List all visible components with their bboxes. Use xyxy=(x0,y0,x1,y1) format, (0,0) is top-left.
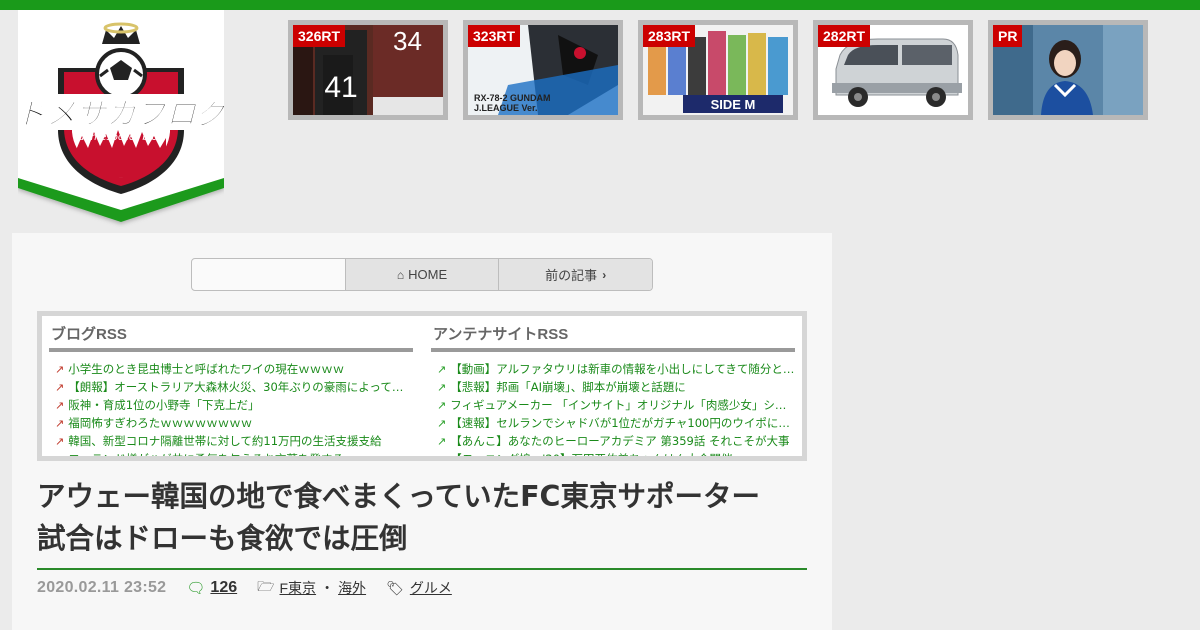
rss-item-title: 福岡怖すぎわろたｗｗｗｗｗｗｗｗ xyxy=(68,416,253,430)
comments-icon: 🗨 xyxy=(186,580,206,597)
external-link-icon: ↗ xyxy=(55,435,65,448)
external-link-icon: ↗ xyxy=(437,453,446,456)
comments-link[interactable]: 🗨 126 xyxy=(186,579,237,597)
rss-item[interactable]: ↗ 【朗報】オーストラリア大森林火災、30年ぶりの豪雨によって鎮火 xyxy=(49,378,413,396)
rss-item[interactable]: ↗ フィギュアメーカー 「インサイト」オリジナル「肉感少女」シリーズ xyxy=(431,396,795,414)
blog-rss-list: ↗ 小学生のとき昆虫博士と呼ばれたワイの現在ｗｗｗｗ ↗ 【朗報】オーストラリア大森林… xyxy=(49,360,413,456)
tag-icon: 🏷 xyxy=(386,579,404,596)
prev-article-button[interactable]: 前の記事 › xyxy=(498,259,652,290)
external-link-icon: ↗ xyxy=(437,399,447,412)
rss-item[interactable]: ↗ 【速報】セルランでシャドバが1位だがガチャ100円のウイポに負ける xyxy=(431,414,795,432)
category-link[interactable]: 海外 xyxy=(338,578,366,598)
rss-item-title: 小学生のとき昆虫博士と呼ばれたワイの現在ｗｗｗｗ xyxy=(68,362,345,376)
pr-badge: PR xyxy=(993,25,1023,47)
featured-item-2[interactable]: RX-78-2 GUNDAM J.LEAGUE Ver. 323RT xyxy=(463,20,623,120)
home-label: HOME xyxy=(408,267,448,282)
svg-text:SIDE M: SIDE M xyxy=(711,97,756,112)
retweet-count-badge: 282RT xyxy=(818,25,871,47)
home-button[interactable]: ⌂ HOME xyxy=(344,259,499,290)
rss-item[interactable]: ↗ ローランド様がハゲ共に勇気を与えるお言葉を発する xyxy=(49,450,413,456)
post-title: アウェー韓国の地で食べまくっていたFC東京サポーター 試合はドローも食欲では圧倒 xyxy=(37,476,807,570)
post-date: 2020.02.11 23:52 xyxy=(37,579,167,596)
rss-item-title: 【動画】アルファタウリは新車の情報を小出しにしてきて随分と焦らすね xyxy=(450,362,795,376)
antenna-rss-title: アンテナサイトRSS xyxy=(431,316,795,352)
rss-item[interactable]: ↗ 小学生のとき昆虫博士と呼ばれたワイの現在ｗｗｗｗ xyxy=(49,360,413,378)
external-link-icon: ↗ xyxy=(55,381,65,394)
rss-item[interactable]: ↗ 【あんこ】あなたのヒーローアカデミア 第359話 それこそが大事 xyxy=(431,432,795,450)
external-link-icon: ↗ xyxy=(437,381,447,394)
svg-text:41: 41 xyxy=(324,71,357,104)
post-tags: 🏷 グルメ xyxy=(386,578,452,598)
home-icon: ⌂ xyxy=(396,267,405,282)
rss-item[interactable]: ↗ 阪神・育成1位の小野寺「下克上だ」 xyxy=(49,396,413,414)
antenna-rss-column: アンテナサイトRSS ↗ 【動画】アルファタウリは新車の情報を小出しにしてきて随分… xyxy=(431,316,795,456)
folder-icon: 🗁 xyxy=(257,578,275,594)
external-link-icon: ↗ xyxy=(437,417,447,430)
comment-count: 126 xyxy=(210,579,238,596)
logo-subtitle: domesoccer blog xyxy=(78,132,164,143)
blog-rss-title: ブログRSS xyxy=(49,316,413,352)
rss-item-title: 阪神・育成1位の小野寺「下克上だ」 xyxy=(68,398,260,412)
post-meta: 2020.02.11 23:52 🗨 126 🗁 F東京 ・ 海外 🏷 グルメ xyxy=(37,576,452,600)
tag-link[interactable]: グルメ xyxy=(410,578,452,598)
featured-item-3[interactable]: SIDE M 283RT xyxy=(638,20,798,120)
chevron-right-icon: › xyxy=(602,267,607,282)
featured-item-1[interactable]: 41 34 326RT xyxy=(288,20,448,120)
retweet-count-badge: 283RT xyxy=(643,25,696,47)
main-content: ⌂ HOME 前の記事 › ブログRSS ↗ 小学生のとき昆虫博士と呼ばれたワイの… xyxy=(12,233,832,630)
top-accent-bar xyxy=(0,0,1200,10)
external-link-icon: ↗ xyxy=(55,399,65,412)
blog-rss-column: ブログRSS ↗ 小学生のとき昆虫博士と呼ばれたワイの現在ｗｗｗｗ ↗ 【朗報】オース… xyxy=(49,316,413,456)
featured-articles: 41 34 326RT RX-78-2 GUNDAM J.LEAGUE Ver.… xyxy=(288,20,1168,120)
category-link[interactable]: F東京 xyxy=(280,578,317,598)
rss-item[interactable]: ↗ 【モーニング娘。'20】石田亜佑美ちゃんはん大会開催 xyxy=(431,450,795,456)
external-link-icon: ↗ xyxy=(55,453,64,456)
post-categories: 🗁 F東京 ・ 海外 xyxy=(257,576,366,600)
external-link-icon: ↗ xyxy=(55,363,65,376)
rss-item-title: 【速報】セルランでシャドバが1位だがガチャ100円のウイポに負ける xyxy=(450,416,795,430)
rss-item-title: 【あんこ】あなたのヒーローアカデミア 第359話 それこそが大事 xyxy=(450,434,790,448)
rss-item[interactable]: ↗ 【悲報】邦画「AI崩壊」、脚本が崩壊と話題に xyxy=(431,378,795,396)
external-link-icon: ↗ xyxy=(437,435,447,448)
rss-item-title: 【朗報】オーストラリア大森林火災、30年ぶりの豪雨によって鎮火 xyxy=(68,380,413,394)
svg-text:34: 34 xyxy=(393,26,422,56)
retweet-count-badge: 323RT xyxy=(468,25,521,47)
retweet-count-badge: 326RT xyxy=(293,25,346,47)
nav-empty-slot xyxy=(192,259,345,290)
site-logo[interactable]: ドメサカブログ domesoccer blog xyxy=(18,10,224,232)
external-link-icon: ↗ xyxy=(437,363,447,376)
svg-text:J.LEAGUE Ver.: J.LEAGUE Ver. xyxy=(474,103,538,113)
external-link-icon: ↗ xyxy=(55,417,65,430)
rss-item[interactable]: ↗ 福岡怖すぎわろたｗｗｗｗｗｗｗｗ xyxy=(49,414,413,432)
post-navigation: ⌂ HOME 前の記事 › xyxy=(191,258,653,291)
svg-text:RX-78-2 GUNDAM: RX-78-2 GUNDAM xyxy=(474,93,551,103)
featured-item-4[interactable]: 282RT xyxy=(813,20,973,120)
antenna-rss-list: ↗ 【動画】アルファタウリは新車の情報を小出しにしてきて随分と焦らすね ↗ 【悲報】邦… xyxy=(431,360,795,456)
rss-widget: ブログRSS ↗ 小学生のとき昆虫博士と呼ばれたワイの現在ｗｗｗｗ ↗ 【朗報】オース… xyxy=(37,311,807,461)
rss-item-title: 【悲報】邦画「AI崩壊」、脚本が崩壊と話題に xyxy=(450,380,686,394)
featured-item-5[interactable]: PR xyxy=(988,20,1148,120)
rss-item[interactable]: ↗ 【動画】アルファタウリは新車の情報を小出しにしてきて随分と焦らすね xyxy=(431,360,795,378)
category-separator: ・ xyxy=(320,580,335,596)
rss-item-title: ローランド様がハゲ共に勇気を与えるお言葉を発する xyxy=(68,452,344,456)
rss-item[interactable]: ↗ 韓国、新型コロナ隔離世帯に対して約11万円の生活支援支給 xyxy=(49,432,413,450)
logo-title: ドメサカブログ xyxy=(18,97,224,132)
rss-item-title: 【モーニング娘。'20】石田亜佑美ちゃんはん大会開催 xyxy=(450,452,732,456)
rss-item-title: フィギュアメーカー 「インサイト」オリジナル「肉感少女」シリーズ xyxy=(450,398,795,412)
rss-item-title: 韓国、新型コロナ隔離世帯に対して約11万円の生活支援支給 xyxy=(68,434,382,448)
prev-label: 前の記事 xyxy=(545,268,598,283)
